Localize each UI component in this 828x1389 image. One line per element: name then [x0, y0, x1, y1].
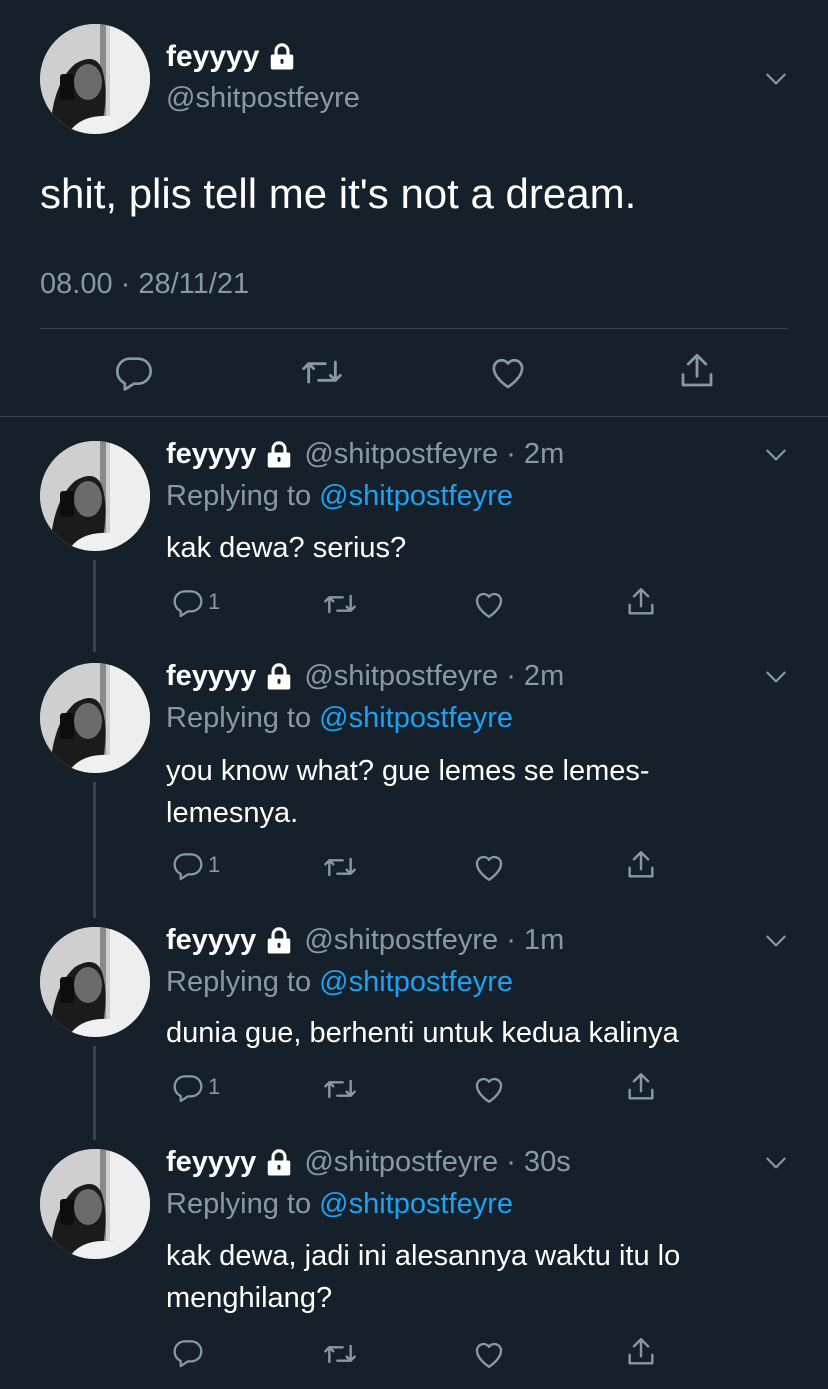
like-button[interactable]: [472, 1072, 506, 1106]
thread-line: [93, 560, 96, 652]
username-handle[interactable]: @shitpostfeyre · 1m: [304, 924, 564, 957]
display-name[interactable]: feyyyy: [166, 438, 256, 471]
display-name[interactable]: feyyyy: [166, 1146, 256, 1179]
reply-button[interactable]: 1: [172, 1071, 220, 1103]
retweet-icon: [322, 1338, 358, 1370]
retweet-icon: [322, 851, 358, 883]
retweet-button[interactable]: [322, 1338, 358, 1370]
display-name[interactable]: feyyyy: [166, 660, 256, 693]
username-handle[interactable]: @shitpostfeyre: [166, 82, 360, 115]
lock-icon: [267, 42, 297, 72]
reply-count: 1: [208, 1074, 221, 1099]
like-button[interactable]: [472, 850, 506, 884]
tweet-text: kak dewa, jadi ini alesannya waktu itu l…: [166, 1240, 681, 1314]
avatar[interactable]: [40, 24, 150, 134]
reply-icon: [172, 1071, 204, 1103]
retweet-button[interactable]: [322, 1073, 358, 1105]
display-name[interactable]: feyyyy: [166, 40, 297, 74]
username-handle[interactable]: @shitpostfeyre · 2m: [304, 438, 564, 471]
reply-button[interactable]: [172, 1336, 208, 1368]
heart-icon: [472, 587, 506, 621]
tweet-text: dunia gue, berhenti untuk kedua kalinya: [166, 1017, 679, 1049]
replying-to-label: Replying to: [166, 480, 320, 512]
avatar[interactable]: [40, 441, 150, 551]
tweet-text: shit, plis tell me it's not a dream.: [40, 170, 637, 217]
heart-icon: [472, 1072, 506, 1106]
reply-icon: [114, 352, 154, 392]
tweet-text: you know what? gue lemes se lemes-lemesn…: [166, 755, 650, 829]
heart-icon: [472, 1337, 506, 1371]
avatar[interactable]: [40, 1149, 150, 1259]
heart-icon: [472, 850, 506, 884]
divider: [40, 328, 788, 329]
retweet-icon: [322, 588, 358, 620]
reply-icon: [172, 1336, 204, 1368]
display-name[interactable]: feyyyy: [166, 924, 256, 957]
reply-header: feyyyy @shitpostfeyre · 2m: [166, 438, 564, 471]
reply-button[interactable]: 1: [172, 586, 220, 618]
chevron-down-icon[interactable]: [763, 928, 789, 954]
retweet-button[interactable]: [300, 352, 344, 392]
mention-link[interactable]: @shitpostfeyre: [319, 966, 513, 998]
mention-link[interactable]: @shitpostfeyre: [319, 702, 513, 734]
share-button[interactable]: [676, 350, 718, 392]
mention-link[interactable]: @shitpostfeyre: [319, 480, 513, 512]
tweet-text: kak dewa? serius?: [166, 532, 407, 564]
retweet-button[interactable]: [322, 588, 358, 620]
chevron-down-icon[interactable]: [763, 664, 789, 690]
reply-icon: [172, 849, 204, 881]
thread-line: [93, 782, 96, 918]
divider: [0, 416, 828, 417]
like-button[interactable]: [472, 1337, 506, 1371]
avatar[interactable]: [40, 663, 150, 773]
share-button[interactable]: [624, 585, 658, 619]
username-handle[interactable]: @shitpostfeyre · 30s: [304, 1146, 570, 1179]
like-button[interactable]: [472, 587, 506, 621]
avatar[interactable]: [40, 927, 150, 1037]
replying-to-label: Replying to: [166, 966, 320, 998]
retweet-button[interactable]: [322, 851, 358, 883]
share-button[interactable]: [624, 848, 658, 882]
share-icon: [676, 350, 718, 392]
replying-to: Replying to @shitpostfeyre: [166, 480, 513, 513]
replying-to-label: Replying to: [166, 1188, 320, 1220]
reply-header: feyyyy @shitpostfeyre · 2m: [166, 660, 564, 693]
reply-header: feyyyy @shitpostfeyre · 30s: [166, 1146, 571, 1179]
reply-count: 1: [208, 852, 221, 877]
share-icon: [624, 1335, 658, 1369]
share-icon: [624, 585, 658, 619]
replying-to: Replying to @shitpostfeyre: [166, 966, 513, 999]
retweet-icon: [300, 352, 344, 392]
share-button[interactable]: [624, 1335, 658, 1369]
replying-to-label: Replying to: [166, 702, 320, 734]
chevron-down-icon[interactable]: [763, 1150, 789, 1176]
reply-icon: [172, 586, 204, 618]
share-icon: [624, 848, 658, 882]
heart-icon: [488, 352, 528, 392]
chevron-down-icon[interactable]: [763, 66, 789, 92]
thread-line: [93, 1046, 96, 1140]
chevron-down-icon[interactable]: [763, 442, 789, 468]
lock-icon: [264, 440, 294, 470]
retweet-icon: [322, 1073, 358, 1105]
display-name-text: feyyyy: [166, 40, 260, 73]
replying-to: Replying to @shitpostfeyre: [166, 1188, 513, 1221]
share-button[interactable]: [624, 1070, 658, 1104]
like-button[interactable]: [488, 352, 528, 392]
lock-icon: [264, 662, 294, 692]
reply-button[interactable]: 1: [172, 849, 220, 881]
reply-button[interactable]: [114, 352, 154, 392]
share-icon: [624, 1070, 658, 1104]
reply-header: feyyyy @shitpostfeyre · 1m: [166, 924, 564, 957]
mention-link[interactable]: @shitpostfeyre: [319, 1188, 513, 1220]
replying-to: Replying to @shitpostfeyre: [166, 702, 513, 735]
lock-icon: [264, 926, 294, 956]
tweet-timestamp[interactable]: 08.00 · 28/11/21: [40, 268, 249, 301]
reply-count: 1: [208, 589, 221, 614]
lock-icon: [264, 1148, 294, 1178]
username-handle[interactable]: @shitpostfeyre · 2m: [304, 660, 564, 693]
